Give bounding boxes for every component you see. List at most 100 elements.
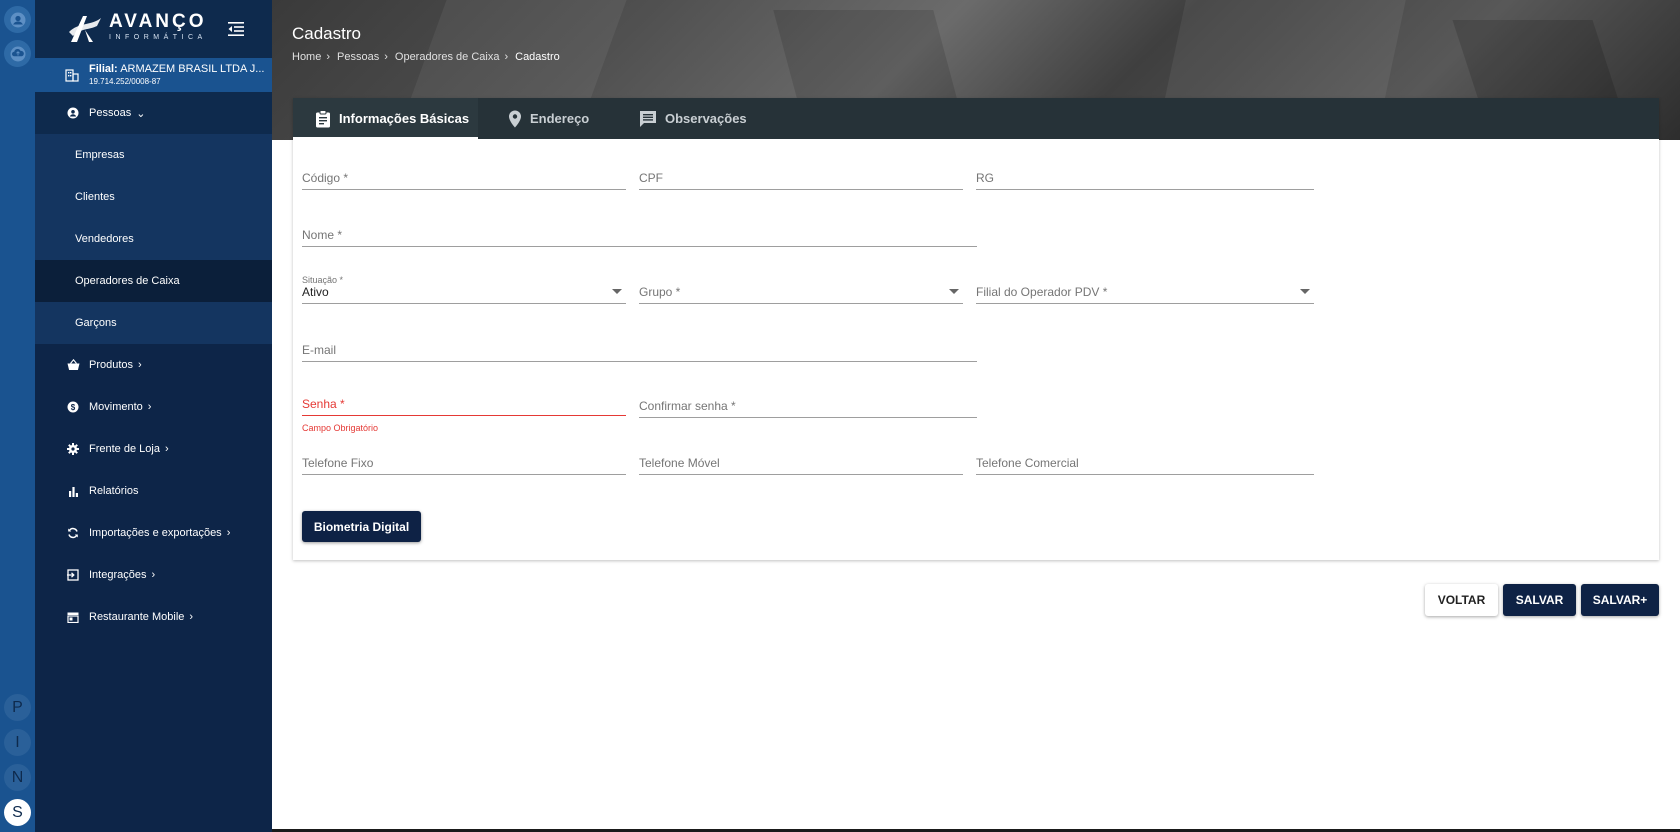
page-title: Cadastro: [292, 24, 361, 43]
logo-subtitle: INFORMÁTICA: [109, 34, 207, 41]
breadcrumb-operadores[interactable]: Operadores de Caixa: [395, 51, 500, 63]
chevron-right-icon: ›: [504, 51, 509, 63]
sidebar-item-movimento[interactable]: $ Movimento ›: [35, 386, 272, 428]
telefone-fixo-field[interactable]: Telefone Fixo: [302, 451, 626, 475]
sidebar-item-frente-de-loja[interactable]: Frente de Loja ›: [35, 428, 272, 470]
sidebar-subitem-clientes[interactable]: Clientes: [35, 176, 272, 218]
nome-field[interactable]: Nome *: [302, 223, 977, 247]
logo[interactable]: AVANÇO INFORMÁTICA: [67, 12, 207, 48]
menu-collapse-icon[interactable]: [227, 20, 245, 38]
account-circle-icon[interactable]: [4, 6, 31, 33]
chevron-right-icon: ›: [151, 569, 156, 581]
voltar-button[interactable]: VOLTAR: [1425, 584, 1498, 616]
email-field[interactable]: E-mail: [302, 338, 977, 362]
sidebar-item-label: Relatórios: [89, 485, 139, 497]
chevron-right-icon: ›: [384, 51, 388, 63]
tab-bar: Informações Básicas Endereço Observações: [293, 98, 1659, 139]
sidebar-item-label: Frente de Loja: [89, 443, 160, 455]
telefone-movel-label: Telefone Móvel: [639, 456, 720, 470]
sidebar-item-label: Restaurante Mobile: [89, 611, 185, 623]
logo-title: AVANÇO: [109, 11, 207, 32]
form-card: Informações Básicas Endereço Observações…: [293, 98, 1659, 560]
codigo-field[interactable]: Código *: [302, 166, 626, 190]
breadcrumb-pessoas[interactable]: Pessoas: [337, 51, 379, 63]
sidebar-item-relatorios[interactable]: Relatórios: [35, 470, 272, 512]
clipboard-icon: [315, 109, 331, 128]
filial-operador-label: Filial do Operador PDV *: [976, 285, 1108, 299]
logo-area: AVANÇO INFORMÁTICA: [35, 0, 272, 58]
rail-letter-p[interactable]: P: [4, 694, 31, 721]
tab-observacoes[interactable]: Observações: [639, 98, 747, 139]
chevron-right-icon: ›: [138, 359, 142, 371]
grupo-select[interactable]: Grupo *: [639, 280, 963, 304]
sidebar-item-integracoes[interactable]: Integrações ›: [35, 554, 272, 596]
telefone-fixo-label: Telefone Fixo: [302, 456, 374, 470]
filial-selector[interactable]: Filial: ARMAZEM BRASIL LTDA J... 19.714.…: [35, 58, 272, 92]
sidebar-item-restaurante-mobile[interactable]: Restaurante Mobile ›: [35, 596, 272, 638]
sidebar-subitem-vendedores[interactable]: Vendedores: [35, 218, 272, 260]
email-label: E-mail: [302, 343, 337, 357]
sidebar-item-pessoas[interactable]: Pessoas ⌄: [35, 92, 272, 134]
breadcrumb: Home › Pessoas › Operadores de Caixa › Cada…: [292, 51, 560, 63]
building-icon: [65, 68, 79, 87]
salvar-plus-button[interactable]: SALVAR+: [1581, 584, 1659, 616]
svg-text:$: $: [71, 403, 76, 412]
breadcrumb-home[interactable]: Home: [292, 51, 321, 63]
codigo-label: Código *: [302, 171, 349, 185]
grupo-label: Grupo *: [639, 285, 681, 299]
situacao-label: Situação *: [302, 275, 344, 285]
filial-cnpj: 19.714.252/0008-87: [89, 77, 161, 86]
sidebar-item-label: Importações e exportações: [89, 527, 222, 539]
situacao-select[interactable]: Situação * Ativo: [302, 275, 626, 304]
rail-letter-s[interactable]: S: [4, 799, 31, 826]
situacao-value: Ativo: [302, 285, 329, 299]
sidebar-subitem-operadores-de-caixa[interactable]: Operadores de Caixa: [35, 260, 272, 302]
dropdown-arrow-icon: [612, 289, 622, 294]
chevron-down-icon: ⌄: [136, 107, 146, 120]
chevron-right-icon: ›: [189, 611, 194, 623]
tab-label: Informações Básicas: [339, 111, 470, 126]
senha-label: Senha *: [302, 397, 345, 411]
filial-name: Filial: ARMAZEM BRASIL LTDA J...: [89, 63, 265, 75]
dollar-icon: $: [66, 400, 80, 414]
rail-letter-i[interactable]: I: [4, 729, 31, 756]
header-background-facet: [410, 0, 634, 100]
rg-field[interactable]: RG: [976, 166, 1314, 190]
gear-icon: [66, 442, 80, 456]
active-tab-indicator: [293, 137, 478, 139]
chevron-right-icon: ›: [147, 401, 152, 413]
dropdown-arrow-icon: [949, 289, 959, 294]
cloud-upload-icon[interactable]: [4, 40, 31, 67]
cpf-field[interactable]: CPF: [639, 166, 963, 190]
sidebar-item-label: Produtos: [89, 359, 134, 371]
nome-label: Nome *: [302, 228, 343, 242]
tab-label: Observações: [665, 111, 747, 126]
chevron-right-icon: ›: [326, 51, 331, 63]
telefone-movel-field[interactable]: Telefone Móvel: [639, 451, 963, 475]
senha-field[interactable]: Senha *: [302, 392, 626, 416]
sidebar-item-produtos[interactable]: Produtos ›: [35, 344, 272, 386]
salvar-button[interactable]: SALVAR: [1503, 584, 1576, 616]
telefone-comercial-label: Telefone Comercial: [976, 456, 1079, 470]
sidebar-item-label: Integrações: [89, 569, 147, 581]
location-pin-icon: [508, 110, 522, 128]
rail-letter-n[interactable]: N: [4, 764, 31, 791]
icon-rail: P I N S: [0, 0, 35, 832]
confirmar-senha-label: Confirmar senha *: [639, 399, 736, 413]
telefone-comercial-field[interactable]: Telefone Comercial: [976, 451, 1314, 475]
tab-informacoes-basicas[interactable]: Informações Básicas: [293, 98, 478, 139]
tab-endereco[interactable]: Endereço: [508, 98, 589, 139]
sidebar-item-importacoes-e-exportacoes[interactable]: Importações e exportações ›: [35, 512, 272, 554]
biometria-digital-button[interactable]: Biometria Digital: [302, 511, 421, 542]
sidebar-item-label: Movimento: [89, 401, 143, 413]
confirmar-senha-field[interactable]: Confirmar senha *: [639, 394, 977, 418]
sidebar-subitem-garcons[interactable]: Garçons: [35, 302, 272, 344]
basket-icon: [66, 358, 80, 372]
tab-label: Endereço: [530, 111, 590, 126]
filial-operador-select[interactable]: Filial do Operador PDV *: [976, 280, 1314, 304]
chevron-right-icon: ›: [226, 527, 231, 539]
sidebar-subitem-empresas[interactable]: Empresas: [35, 134, 272, 176]
dropdown-arrow-icon: [1300, 289, 1310, 294]
sidebar: AVANÇO INFORMÁTICA Filial: ARMAZEM BRASI…: [35, 0, 272, 832]
store-icon: [66, 610, 80, 624]
